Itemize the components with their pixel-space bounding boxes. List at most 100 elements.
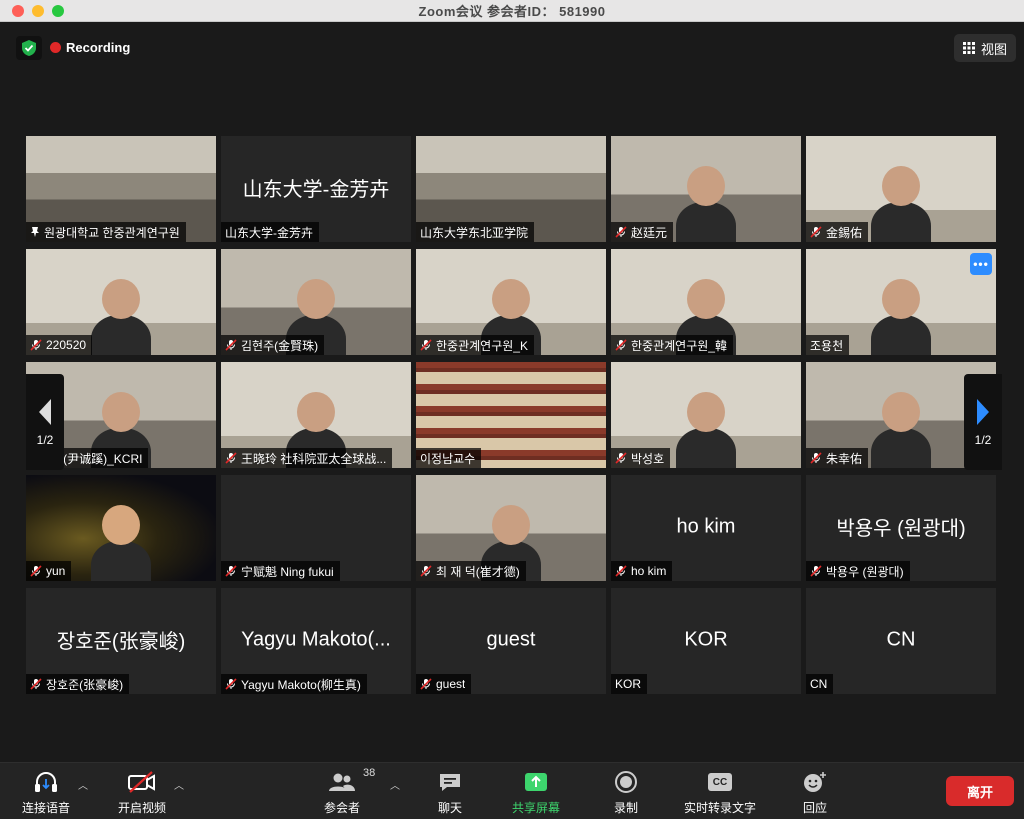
meeting-toolbar: 连接语音 ︿ 开启视频 ︿ 38 参会者 ︿ 聊天 共享屏幕 录制 CC 实时转… — [0, 762, 1024, 819]
prev-page-button[interactable]: 1/2 — [26, 374, 64, 470]
participant-name: 山东大学-金芳卉 — [225, 225, 313, 240]
participant-name-label: 박성호 — [611, 448, 671, 468]
more-options-icon[interactable]: ••• — [970, 253, 992, 275]
participant-name: yun — [46, 564, 66, 578]
participant-name: KOR — [615, 677, 642, 691]
participant-tile[interactable]: 金錫佑 — [806, 136, 996, 242]
participant-name: 金錫佑 — [826, 225, 863, 240]
participant-display-name: 山东大学-金芳卉 — [242, 179, 390, 202]
record-icon — [615, 771, 637, 793]
start-video-label: 开启视频 — [118, 801, 167, 815]
join-audio-button[interactable]: 连接语音 — [22, 769, 70, 816]
participant-tile[interactable]: 王晓玲 社科院亚太全球战... — [221, 362, 411, 468]
video-options-chevron-icon[interactable]: ︿ — [174, 777, 184, 792]
participant-name-label: 한중관계연구원_K — [416, 335, 534, 355]
participant-tile[interactable]: Yagyu Makoto(... Yagyu Makoto(柳生真) — [221, 588, 411, 694]
share-screen-button[interactable]: 共享屏幕 — [512, 769, 560, 816]
start-video-button[interactable]: 开启视频 — [118, 769, 166, 816]
participant-tile[interactable]: CN CN — [806, 588, 996, 694]
recording-label: Recording — [66, 39, 131, 55]
participant-name: Yagyu Makoto(柳生真) — [241, 677, 361, 692]
participant-tile[interactable]: 최 재 덕(崔才德) — [416, 475, 606, 581]
security-shield-icon[interactable] — [16, 36, 42, 60]
participant-tile[interactable]: 박성호 — [611, 362, 801, 468]
participant-tile[interactable]: ho kim ho kim — [611, 475, 801, 581]
participant-tile[interactable]: 220520 — [26, 249, 216, 355]
chat-label: 聊天 — [438, 801, 463, 815]
window-controls — [12, 5, 64, 17]
participant-name-label: yun — [26, 561, 72, 581]
participant-name-label: guest — [416, 674, 472, 694]
participant-name-label: 山东大学-金芳卉 — [221, 222, 319, 242]
participant-tile[interactable]: 김현주(金賢珠) — [221, 249, 411, 355]
participant-tile[interactable]: 원광대학교 한중관계연구원 — [26, 136, 216, 242]
participant-name-label: 조용천 — [806, 335, 850, 355]
participant-name: 조용천 — [810, 338, 844, 353]
leave-meeting-button[interactable]: 离开 — [946, 776, 1014, 806]
participant-grid: 원광대학교 한중관계연구원 山东大学-金芳卉 山东大学-金芳卉 山东大学东北亚学院 赵廷… — [26, 136, 1002, 694]
view-button[interactable]: 视图 — [953, 34, 1016, 62]
mic-muted-icon — [225, 678, 237, 690]
participant-name: 이정남교수 — [420, 451, 476, 466]
participant-tile[interactable]: 赵廷元 — [611, 136, 801, 242]
emoji-smile-icon — [804, 772, 826, 792]
mic-muted-icon — [30, 678, 42, 690]
participant-tile[interactable]: yun — [26, 475, 216, 581]
participant-name-label: CN — [806, 674, 834, 694]
participant-tile[interactable]: 이정남교수 — [416, 362, 606, 468]
live-transcript-button[interactable]: CC 实时转录文字 — [684, 769, 756, 816]
participant-tile[interactable]: KOR KOR — [611, 588, 801, 694]
closed-captions-icon: CC — [708, 773, 732, 791]
participants-options-chevron-icon[interactable]: ︿ — [390, 777, 400, 792]
participant-tile[interactable]: guest guest — [416, 588, 606, 694]
mic-muted-icon — [615, 339, 627, 351]
participant-tile[interactable]: 한중관계연구원_K — [416, 249, 606, 355]
participant-name: 박용우 (원광대) — [826, 564, 904, 579]
recording-dot-icon — [50, 41, 61, 53]
participant-name-label: 宁赋魁 Ning fukui — [221, 561, 340, 581]
participant-name-label: 장호준(张豪峻) — [26, 674, 130, 694]
chevron-left-icon — [39, 399, 51, 425]
participant-name: ho kim — [631, 564, 667, 578]
recording-indicator[interactable]: Recording — [50, 36, 130, 58]
participants-label: 参会者 — [324, 801, 361, 815]
mic-muted-icon — [615, 452, 627, 464]
reactions-label: 回应 — [802, 801, 827, 815]
zoom-window-button[interactable] — [52, 5, 64, 17]
minimize-window-button[interactable] — [32, 5, 44, 17]
participant-name: 王晓玲 社科院亚太全球战... — [241, 451, 387, 466]
chat-bubble-icon — [440, 774, 460, 791]
participant-name: 朱幸佑 — [826, 451, 863, 466]
headphones-icon — [35, 772, 57, 792]
participant-display-name: Yagyu Makoto(... — [241, 628, 391, 651]
participant-display-name: 박용우 (원광대) — [836, 518, 966, 541]
participant-name-label: 金錫佑 — [806, 222, 869, 242]
view-label: 视图 — [980, 41, 1007, 57]
next-page-button[interactable]: 1/2 — [964, 374, 1002, 470]
reactions-button[interactable]: 回应 — [802, 769, 828, 816]
participant-tile[interactable]: 山东大学-金芳卉 山东大学-金芳卉 — [221, 136, 411, 242]
participant-name-label: 王晓玲 社科院亚太全球战... — [221, 448, 393, 468]
chat-button[interactable]: 聊天 — [438, 769, 462, 816]
close-window-button[interactable] — [12, 5, 24, 17]
participant-display-name: ho kim — [676, 515, 736, 538]
mic-muted-icon — [30, 565, 42, 577]
audio-options-chevron-icon[interactable]: ︿ — [78, 777, 88, 792]
record-button[interactable]: 录制 — [614, 769, 638, 816]
participant-tile[interactable]: 박용우 (원광대) 박용우 (원광대) — [806, 475, 996, 581]
participant-tile[interactable]: 장호준(张豪峻) 장호준(张豪峻) — [26, 588, 216, 694]
participant-name-label: KOR — [611, 674, 648, 694]
mic-muted-icon — [615, 565, 627, 577]
participant-name-label: ho kim — [611, 561, 673, 581]
participant-name: 宁赋魁 Ning fukui — [241, 564, 334, 579]
share-screen-label: 共享屏幕 — [512, 801, 561, 815]
participant-name: 원광대학교 한중관계연구원 — [44, 225, 180, 240]
participant-name-label: 朱幸佑 — [806, 448, 869, 468]
participant-name: 김현주(金賢珠) — [241, 338, 319, 353]
participant-tile[interactable]: ••• 조용천 — [806, 249, 996, 355]
participant-tile[interactable]: 宁赋魁 Ning fukui — [221, 475, 411, 581]
participants-button[interactable]: 38 参会者 — [324, 767, 375, 816]
participant-tile[interactable]: 한중관계연구원_韓 — [611, 249, 801, 355]
mic-muted-icon — [810, 226, 822, 238]
participant-tile[interactable]: 山东大学东北亚学院 — [416, 136, 606, 242]
